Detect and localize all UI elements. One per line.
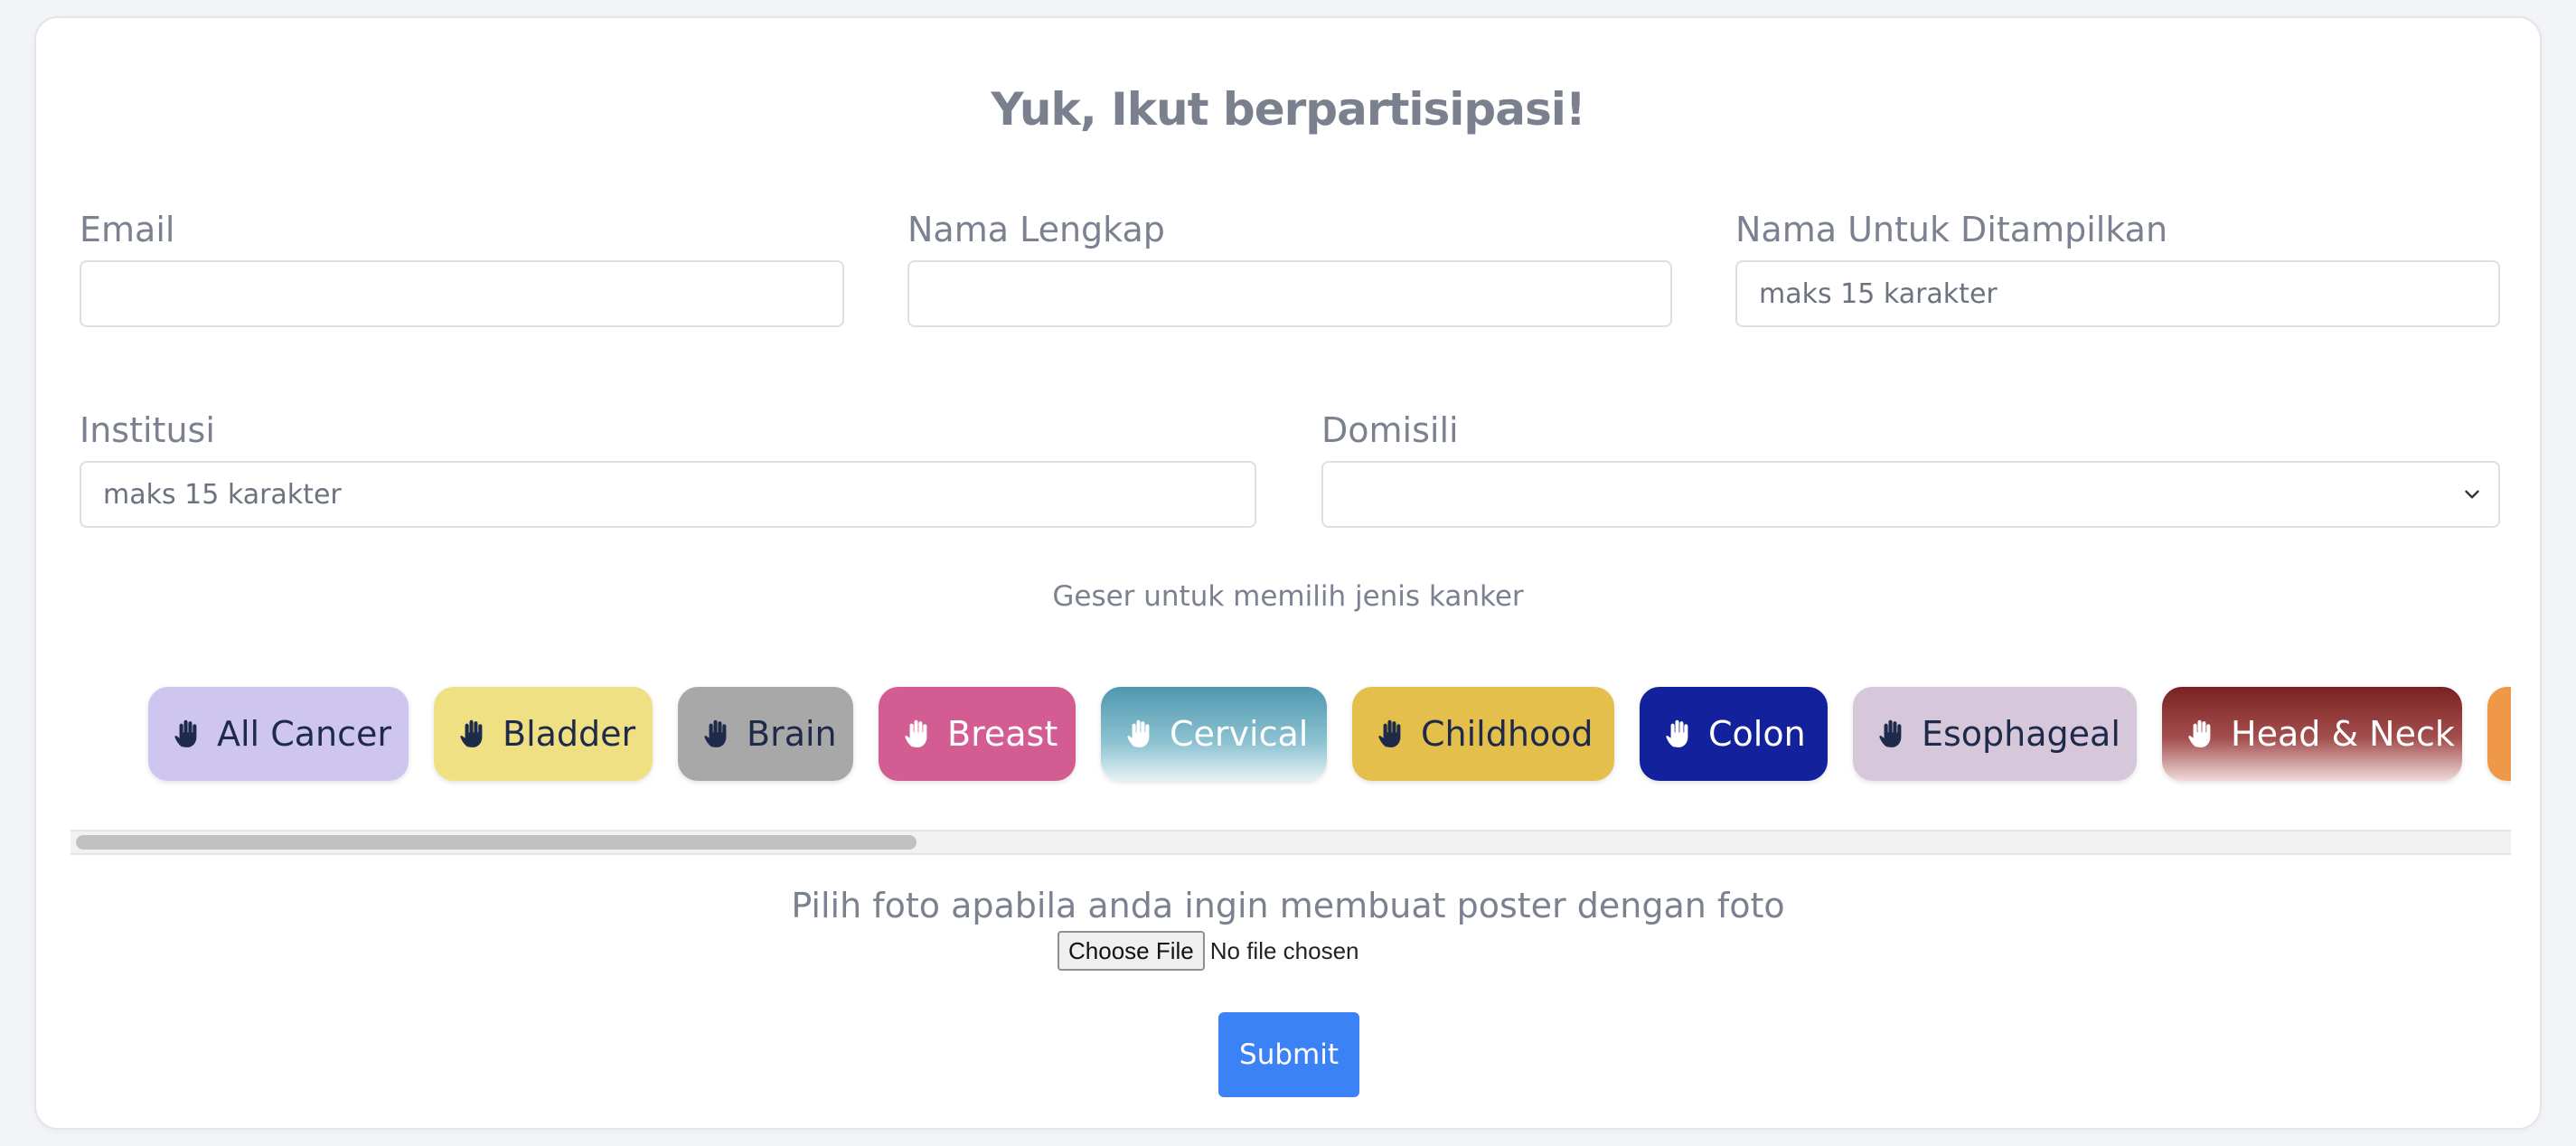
hand-icon (2188, 719, 2211, 747)
domicile-label: Domisili (1321, 410, 1459, 450)
cancer-type-pill[interactable]: Esophageal (1853, 687, 2137, 781)
display-name-field[interactable] (1735, 260, 2500, 327)
horizontal-scrollbar[interactable] (71, 830, 2511, 855)
cancer-type-pill[interactable]: Brain (678, 687, 853, 781)
hand-icon (1127, 719, 1150, 747)
email-label: Email (80, 210, 175, 249)
fullname-label: Nama Lengkap (907, 210, 1165, 249)
choose-file-button[interactable]: Choose File (1058, 931, 1205, 971)
cancer-type-pill[interactable]: Head & Neck (2162, 687, 2462, 781)
chevron-down-icon (2465, 490, 2479, 499)
institution-field[interactable] (80, 461, 1256, 528)
hand-icon (704, 719, 727, 747)
hand-icon (174, 719, 197, 747)
cancer-type-label: Esophageal (1922, 714, 2120, 754)
hand-icon (1666, 719, 1688, 747)
institution-label: Institusi (80, 410, 215, 450)
cancer-type-pill[interactable]: All Cancer (148, 687, 409, 781)
cancer-scroll-hint: Geser untuk memilih jenis kanker (1052, 580, 1524, 613)
scrollbar-thumb[interactable] (76, 835, 917, 850)
cancer-type-label: Breast (947, 714, 1058, 754)
cancer-type-pill[interactable]: Childhood (1352, 687, 1614, 781)
cancer-type-pill[interactable] (2487, 687, 2511, 781)
cancer-type-label: Bladder (503, 714, 636, 754)
cancer-type-label: All Cancer (217, 714, 391, 754)
cancer-type-pill[interactable]: Colon (1640, 687, 1828, 781)
cancer-type-label: Cervical (1170, 714, 1309, 754)
page-title: Yuk, Ikut berpartisipasi! (991, 83, 1585, 136)
domicile-select[interactable] (1321, 461, 2500, 528)
email-field[interactable] (80, 260, 844, 327)
file-input[interactable]: Choose File No file chosen (1058, 931, 1359, 971)
fullname-field[interactable] (907, 260, 1672, 327)
hand-icon (460, 719, 483, 747)
cancer-type-label: Brain (747, 714, 837, 754)
hand-icon (1879, 719, 1902, 747)
display-name-label: Nama Untuk Ditampilkan (1735, 210, 2168, 249)
cancer-type-pill[interactable]: Cervical (1101, 687, 1327, 781)
cancer-type-pill[interactable]: Bladder (434, 687, 653, 781)
file-status: No file chosen (1209, 936, 1359, 964)
cancer-type-label: Childhood (1421, 714, 1594, 754)
cancer-type-pill[interactable]: Breast (879, 687, 1076, 781)
cancer-type-label: Colon (1708, 714, 1806, 754)
photo-hint: Pilih foto apabila anda ingin membuat po… (791, 886, 1785, 925)
form-card: Yuk, Ikut berpartisipasi! Email Nama Len… (34, 16, 2542, 1130)
hand-icon (905, 719, 927, 747)
cancer-type-scroller[interactable]: All Cancer Bladder Brain Breast Cervical Chil… (71, 640, 2511, 830)
cancer-type-label: Head & Neck (2231, 714, 2455, 754)
submit-button[interactable]: Submit (1218, 1012, 1359, 1097)
hand-icon (1378, 719, 1401, 747)
